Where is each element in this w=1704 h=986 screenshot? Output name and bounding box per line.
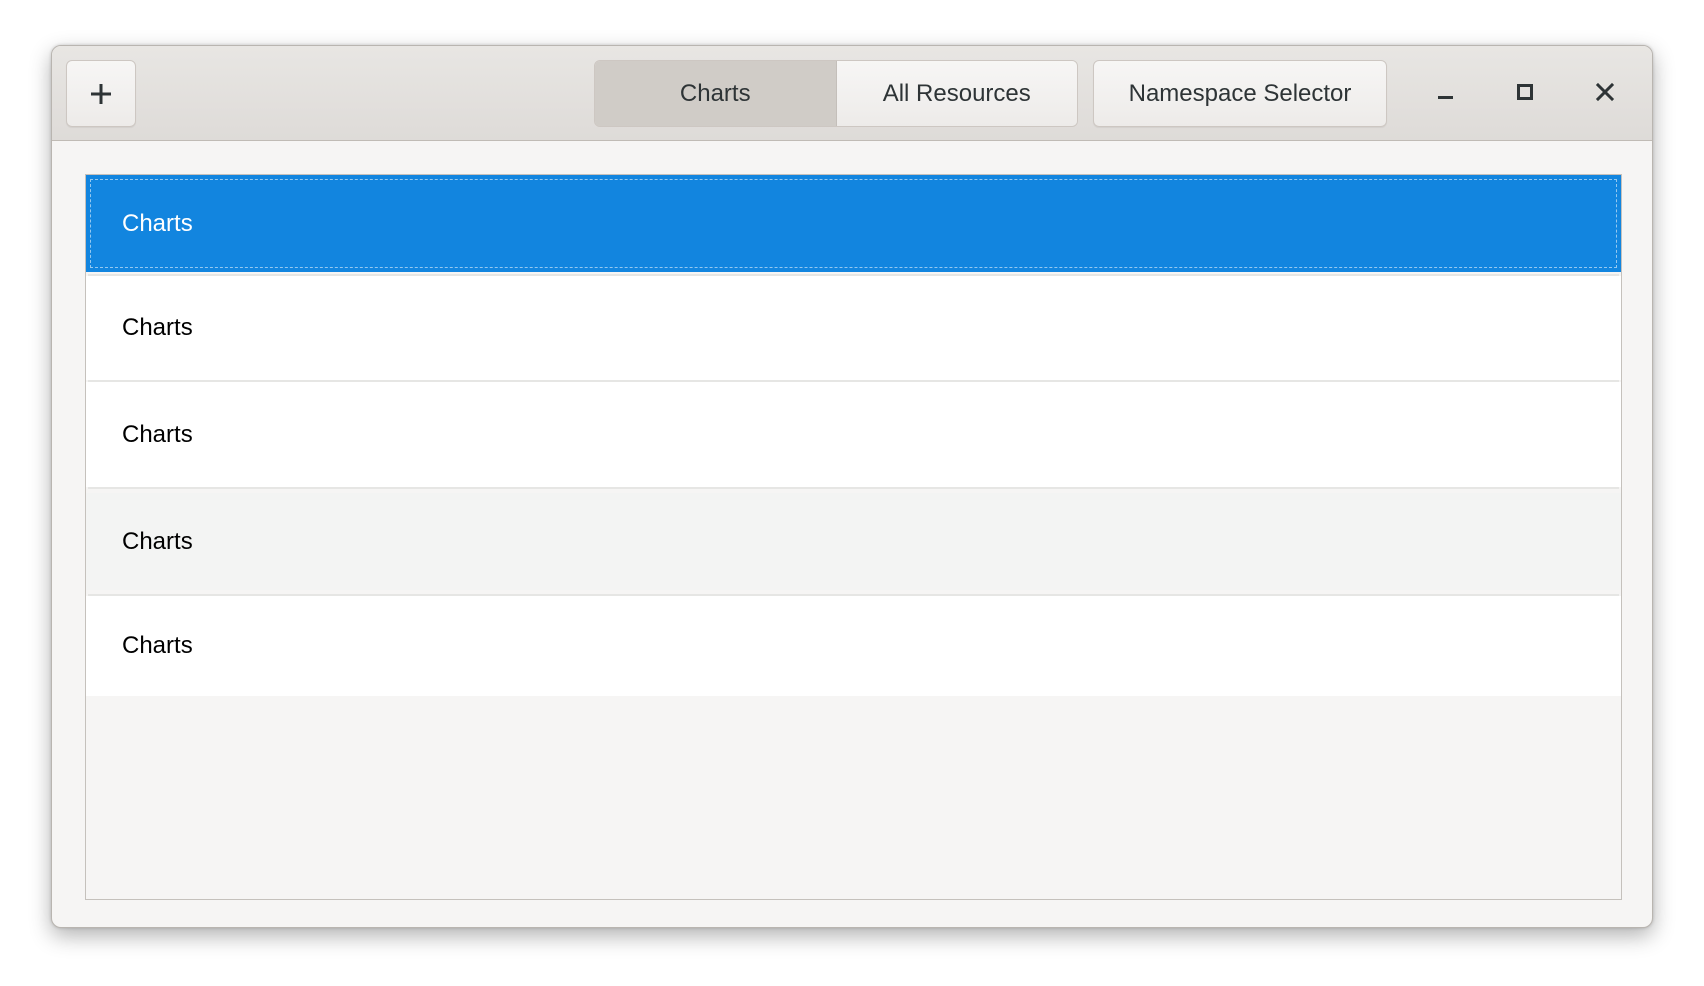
close-button[interactable]	[1577, 66, 1633, 122]
list-item[interactable]: Charts	[86, 175, 1621, 272]
app-window: Charts All Resources Namespace Selector	[51, 45, 1653, 928]
row-separator	[88, 487, 1619, 489]
minimize-button[interactable]	[1417, 66, 1473, 122]
list-item[interactable]: Charts	[86, 382, 1621, 487]
minimize-icon	[1435, 82, 1455, 107]
maximize-icon	[1515, 82, 1535, 107]
view-switcher: Charts All Resources	[594, 60, 1078, 127]
list-item[interactable]: Charts	[86, 276, 1621, 380]
plus-icon	[90, 83, 112, 105]
add-button[interactable]	[66, 60, 136, 127]
charts-list: Charts Charts Charts Charts Charts	[85, 174, 1622, 900]
list-item-label: Charts	[122, 209, 193, 237]
list-item-label: Charts	[122, 314, 193, 341]
namespace-selector-button[interactable]: Namespace Selector	[1093, 60, 1387, 127]
headerbar: Charts All Resources Namespace Selector	[52, 46, 1652, 141]
list-item[interactable]: Charts	[86, 596, 1621, 696]
list-item[interactable]: Charts	[86, 493, 1621, 590]
maximize-button[interactable]	[1497, 66, 1553, 122]
close-icon	[1595, 82, 1615, 107]
list-item-label: Charts	[122, 632, 193, 659]
tab-all-resources[interactable]: All Resources	[836, 61, 1077, 126]
tab-charts[interactable]: Charts	[595, 61, 837, 126]
list-item-label: Charts	[122, 527, 193, 555]
list-item-label: Charts	[122, 420, 193, 448]
